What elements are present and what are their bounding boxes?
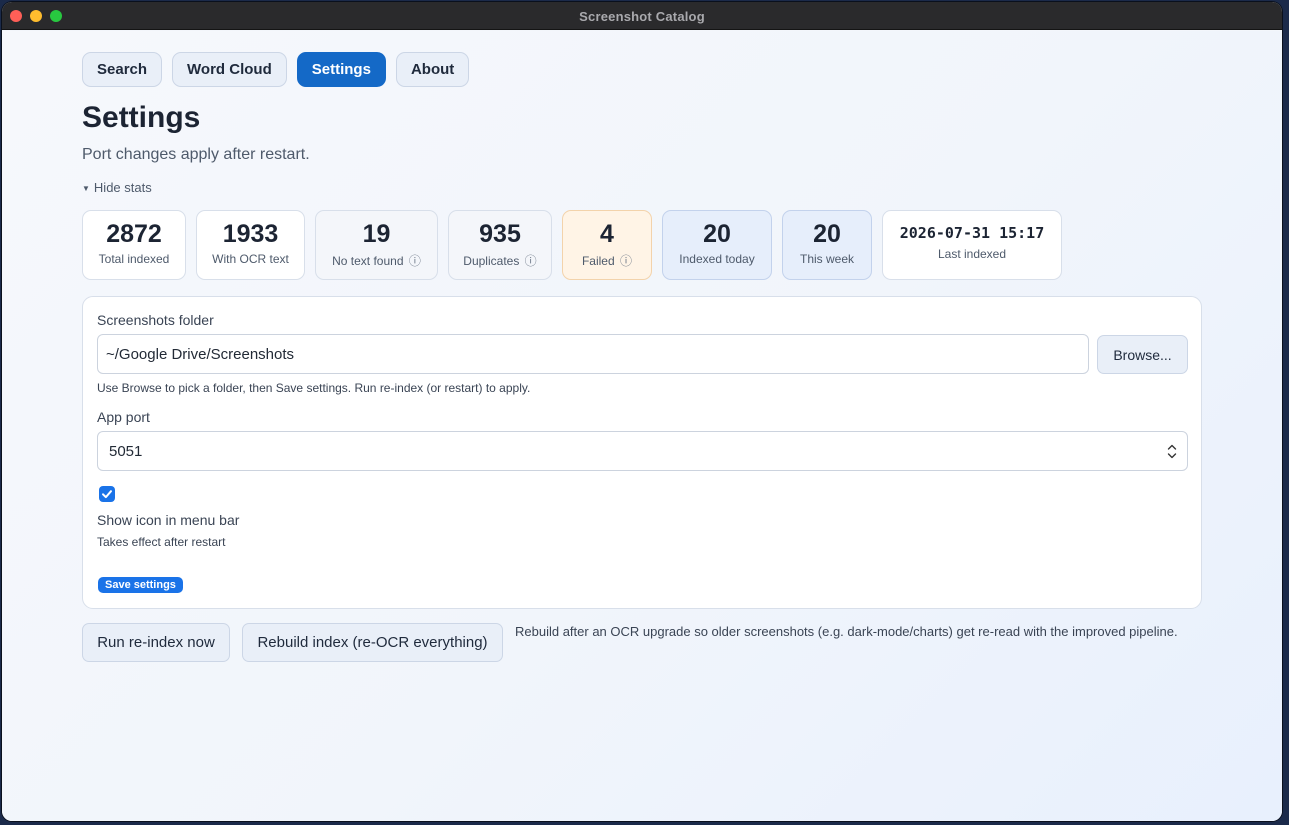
- stat-value: 20: [703, 220, 731, 248]
- screenshots-folder-input[interactable]: ~/Google Drive/Screenshots: [97, 334, 1089, 374]
- stat-with-ocr-text: 1933 With OCR text: [196, 210, 305, 280]
- stat-failed: 4 Failed ⓘ: [562, 210, 652, 280]
- app-port-input[interactable]: 5051: [97, 431, 1188, 471]
- stat-value: 20: [813, 220, 841, 248]
- stat-indexed-today: 20 Indexed today: [662, 210, 772, 280]
- menu-bar-hint: Takes effect after restart: [97, 535, 226, 549]
- tab-about[interactable]: About: [395, 52, 470, 87]
- menu-bar-checkbox[interactable]: [99, 486, 115, 502]
- stat-label: This week: [799, 252, 855, 266]
- app-window: Screenshot Catalog Search Word Cloud Set…: [2, 2, 1282, 821]
- rebuild-note: Rebuild after an OCR upgrade so older sc…: [515, 624, 1178, 639]
- tab-bar: Search Word Cloud Settings About: [82, 52, 470, 87]
- stat-last-indexed: 2026-07-31 15:17 Last indexed: [882, 210, 1062, 280]
- stat-duplicates: 935 Duplicates ⓘ: [448, 210, 552, 280]
- stat-value: 4: [600, 220, 614, 248]
- stat-total-indexed: 2872 Total indexed: [82, 210, 186, 280]
- stepper-chevrons-icon[interactable]: [1167, 443, 1177, 460]
- stat-label: Duplicates ⓘ: [449, 252, 551, 269]
- stat-value: 19: [362, 220, 391, 248]
- stat-label: Total indexed: [98, 252, 170, 266]
- info-icon[interactable]: ⓘ: [525, 254, 537, 268]
- page-title: Settings: [82, 101, 201, 134]
- stat-this-week: 20 This week: [782, 210, 872, 280]
- port-input-value: 5051: [109, 442, 143, 460]
- stat-value: 935: [479, 220, 521, 248]
- menu-bar-label: Show icon in menu bar: [97, 512, 240, 528]
- folder-hint: Use Browse to pick a folder, then Save s…: [97, 381, 531, 395]
- stat-value: 2026-07-31 15:17: [899, 224, 1045, 242]
- save-settings-button[interactable]: Save settings: [98, 577, 183, 593]
- tab-search[interactable]: Search: [82, 52, 163, 87]
- tab-settings[interactable]: Settings: [296, 52, 386, 87]
- stat-label: Failed ⓘ: [563, 252, 651, 269]
- settings-card: Screenshots folder ~/Google Drive/Screen…: [82, 296, 1202, 609]
- browse-button[interactable]: Browse...: [1097, 335, 1188, 374]
- tab-word-cloud[interactable]: Word Cloud: [172, 52, 287, 87]
- stat-label-text: No text found: [332, 254, 404, 268]
- app-port-label: App port: [97, 409, 150, 425]
- page-subtitle: Port changes apply after restart.: [82, 146, 310, 163]
- stat-label: No text found ⓘ: [316, 252, 437, 269]
- hide-stats-label: Hide stats: [93, 180, 152, 195]
- stat-label: With OCR text: [212, 252, 289, 266]
- checkmark-icon: [102, 490, 112, 499]
- title-bar: Screenshot Catalog: [2, 2, 1282, 30]
- info-icon[interactable]: ⓘ: [620, 254, 632, 268]
- folder-input-value: ~/Google Drive/Screenshots: [106, 345, 295, 363]
- stat-label: Last indexed: [937, 247, 1007, 261]
- stat-label-text: Duplicates: [463, 254, 520, 268]
- screenshots-folder-label: Screenshots folder: [97, 312, 214, 328]
- stat-no-text-found: 19 No text found ⓘ: [315, 210, 438, 280]
- hide-stats-toggle[interactable]: ▼ Hide stats: [82, 180, 152, 195]
- rebuild-index-button[interactable]: Rebuild index (re-OCR everything): [242, 623, 503, 662]
- stat-value: 2872: [106, 220, 162, 248]
- stat-value: 1933: [222, 220, 279, 248]
- run-reindex-button[interactable]: Run re-index now: [82, 623, 230, 662]
- window-title: Screenshot Catalog: [579, 9, 705, 24]
- caret-down-icon: ▼: [82, 184, 90, 193]
- stat-label: Indexed today: [679, 252, 755, 266]
- main-content: Search Word Cloud Settings About Setting…: [2, 31, 1282, 821]
- info-icon[interactable]: ⓘ: [409, 254, 421, 268]
- stat-label-text: Failed: [581, 254, 615, 268]
